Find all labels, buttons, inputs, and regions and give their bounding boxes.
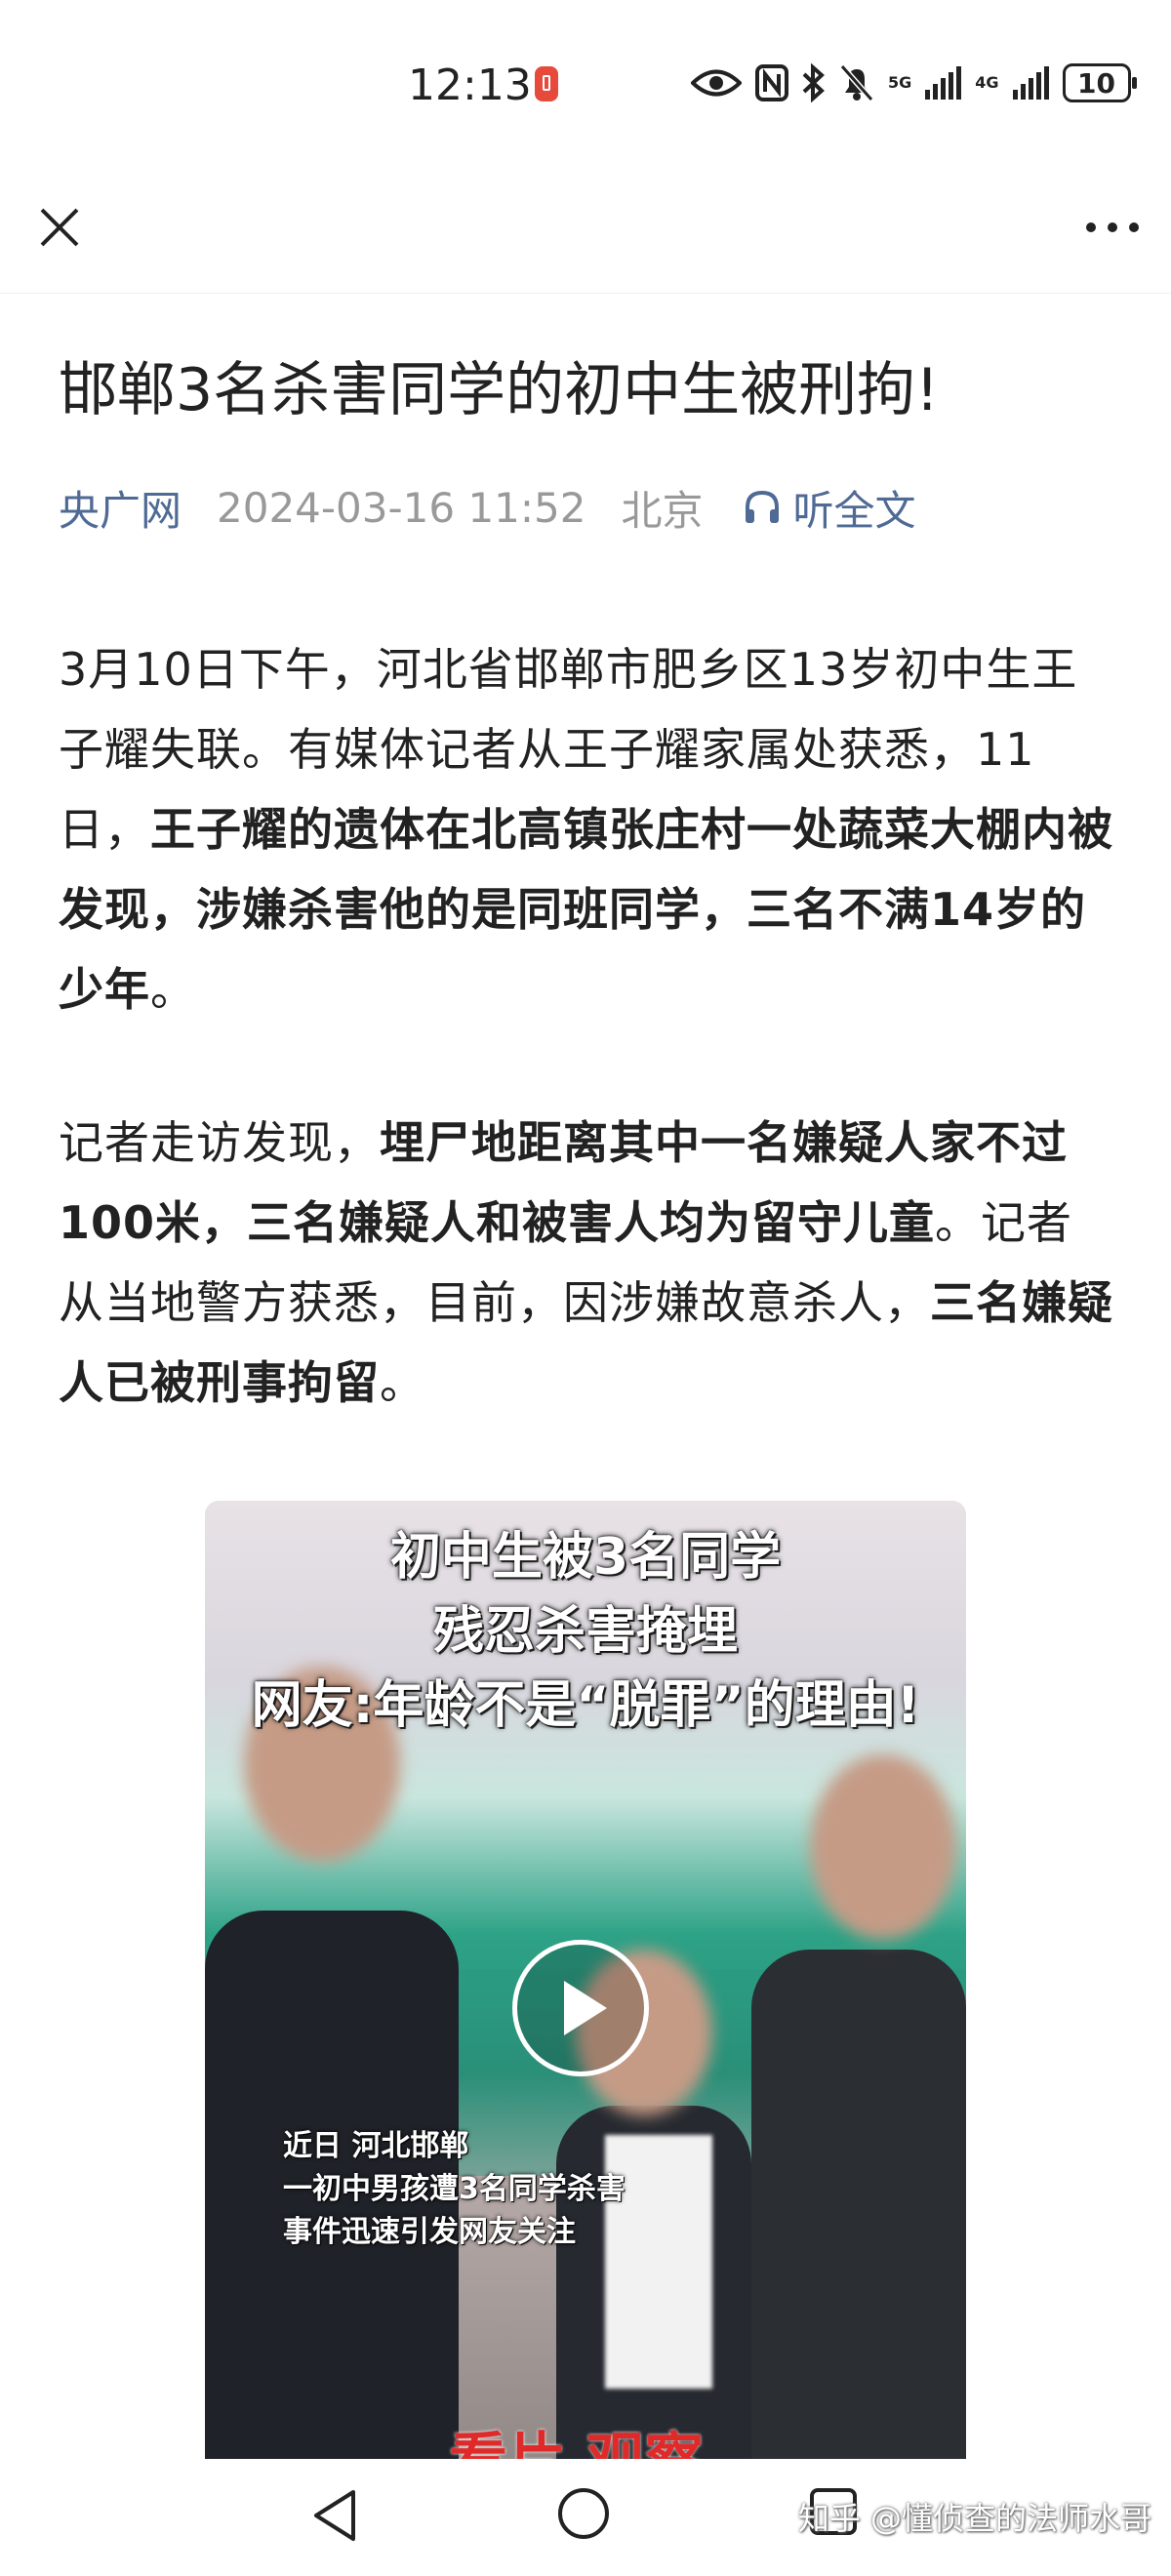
- headphones-icon: [745, 490, 779, 523]
- watermark: 知乎 @懂侦查的法师水哥: [797, 2500, 1151, 2537]
- signal-icon: [925, 66, 962, 100]
- video-caption: 初中生被3名同学 残忍杀害掩埋 网友:年龄不是“脱罪”的理由!: [205, 1520, 966, 1743]
- close-button[interactable]: [27, 195, 92, 260]
- status-time: 12:13: [408, 60, 532, 110]
- blurred-face: [810, 1754, 956, 1940]
- home-icon[interactable]: [558, 2488, 609, 2539]
- bluetooth-icon: [802, 63, 825, 102]
- battery-icon: 10: [1062, 63, 1137, 102]
- listen-full-label: 听全文: [792, 486, 916, 535]
- video-caption-line-1: 初中生被3名同学: [389, 1528, 782, 1587]
- video-person-right: [751, 1950, 966, 2488]
- article-location: 北京: [621, 486, 704, 535]
- video-caption-line-2: 残忍杀害掩埋: [432, 1602, 738, 1661]
- recording-indicator-icon: [535, 66, 558, 101]
- close-icon: [40, 208, 79, 247]
- eye-icon: [691, 69, 742, 97]
- article-title: 邯郸3名杀害同学的初中生被刑拘!: [59, 356, 940, 424]
- article-meta: 央广网 2024-03-16 11:52 北京 听全文: [59, 478, 916, 537]
- paragraph-1-end: 。: [150, 963, 196, 1016]
- article-video[interactable]: 初中生被3名同学 残忍杀害掩埋 网友:年龄不是“脱罪”的理由! 近日 河北邯郸 …: [205, 1501, 966, 2488]
- video-caption-line-3: 网友:年龄不是“脱罪”的理由!: [251, 1676, 920, 1735]
- video-subtitle-line-2: 一初中男孩遭3名同学杀害: [283, 2172, 626, 2206]
- app-bar: [0, 166, 1171, 294]
- play-button[interactable]: [512, 1940, 649, 2076]
- mute-bell-icon: [839, 64, 874, 101]
- paragraph-2-end: 。: [380, 1356, 425, 1409]
- network-label-1: 5G: [888, 73, 912, 92]
- listen-full-button[interactable]: 听全文: [743, 478, 916, 538]
- paragraph-2-text-1: 记者走访发现，: [59, 1116, 380, 1169]
- article-source-link[interactable]: 央广网: [59, 478, 182, 538]
- article-paragraph-2: 记者走访发现，埋尸地距离其中一名嫌疑人家不过100米，三名嫌疑人和被害人均为留守…: [59, 1103, 1117, 1423]
- system-nav-bar: 知乎 @懂侦查的法师水哥: [0, 2459, 1171, 2576]
- signal-icon: [1012, 66, 1049, 100]
- video-subtitle-line-1: 近日 河北邯郸: [283, 2129, 469, 2163]
- more-button[interactable]: [1073, 195, 1151, 260]
- status-icons: 5G 4G 10: [691, 59, 1137, 107]
- status-bar: 12:13 5G 4G 10: [0, 0, 1171, 166]
- video-subtitle-line-3: 事件迅速引发网友关注: [283, 2215, 576, 2249]
- network-label-2: 4G: [975, 73, 999, 92]
- nfc-icon: [755, 64, 788, 101]
- back-icon[interactable]: [310, 2488, 359, 2543]
- article-date: 2024-03-16 11:52: [217, 483, 586, 532]
- article-paragraph-1: 3月10日下午，河北省邯郸市肥乡区13岁初中生王子耀失联。有媒体记者从王子耀家属…: [59, 629, 1117, 1029]
- paragraph-1-bold: 王子耀的遗体在北高镇张庄村一处蔬菜大棚内被发现，涉嫌杀害他的是同班同学，三名不满…: [59, 803, 1113, 1016]
- more-icon: [1086, 222, 1096, 232]
- video-subtitle: 近日 河北邯郸 一初中男孩遭3名同学杀害 事件迅速引发网友关注: [283, 2125, 626, 2254]
